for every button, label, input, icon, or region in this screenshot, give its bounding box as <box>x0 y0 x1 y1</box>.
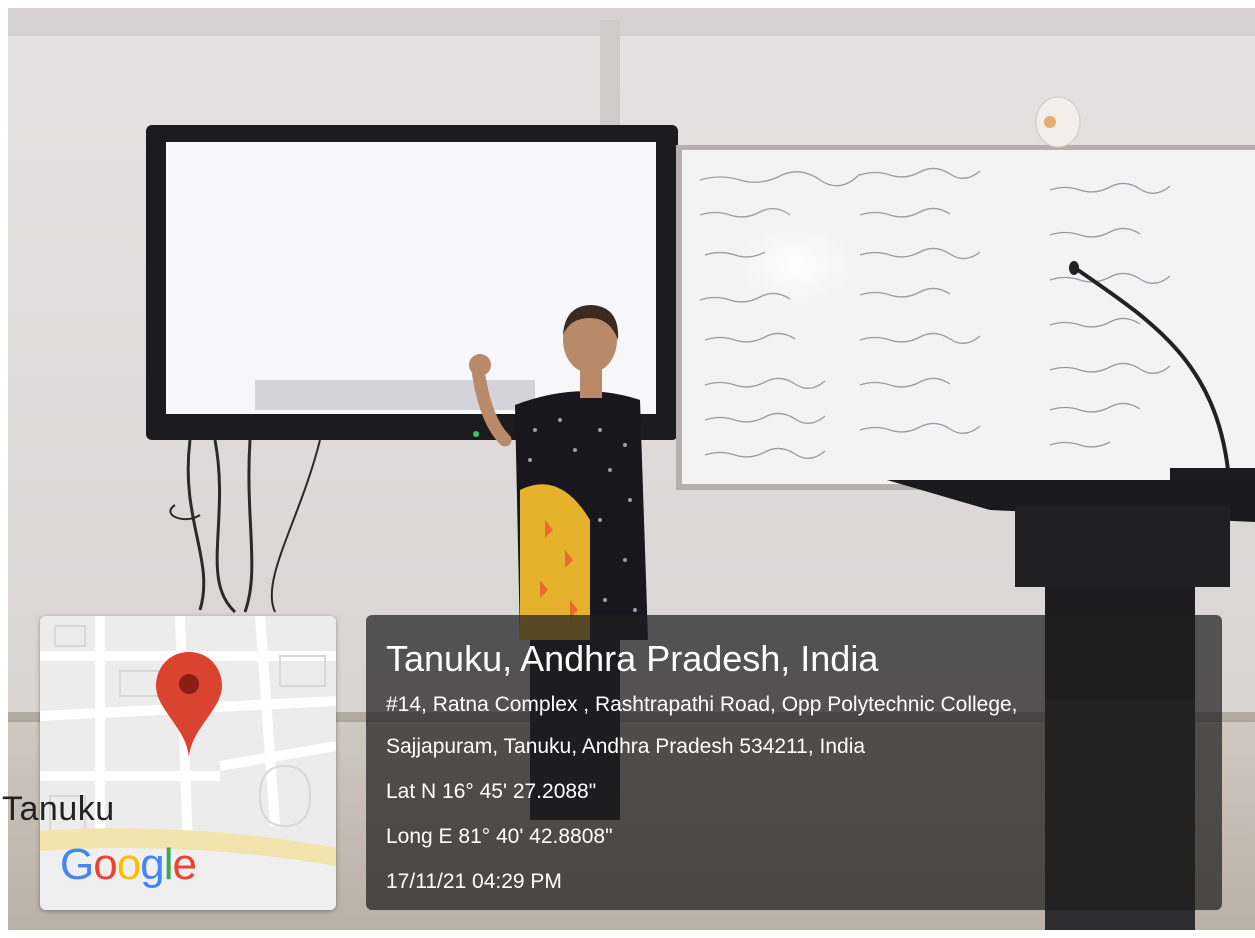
longitude-text: Long E 81° 40' 42.8808" <box>386 825 613 848</box>
address-line-1: #14, Ratna Complex , Rashtrapathi Road, … <box>386 693 1018 716</box>
location-pin-icon <box>156 652 222 760</box>
google-logo: Google <box>60 840 197 889</box>
address-line-2: Sajjapuram, Tanuku, Andhra Pradesh 53421… <box>386 735 866 758</box>
timestamp-text: 17/11/21 04:29 PM <box>386 870 562 893</box>
latitude-text: Lat N 16° 45' 27.2088" <box>386 780 597 803</box>
location-title: Tanuku, Andhra Pradesh, India <box>386 638 879 679</box>
whiteboard <box>676 145 1255 490</box>
map-town-label: Tanuku <box>2 790 115 828</box>
